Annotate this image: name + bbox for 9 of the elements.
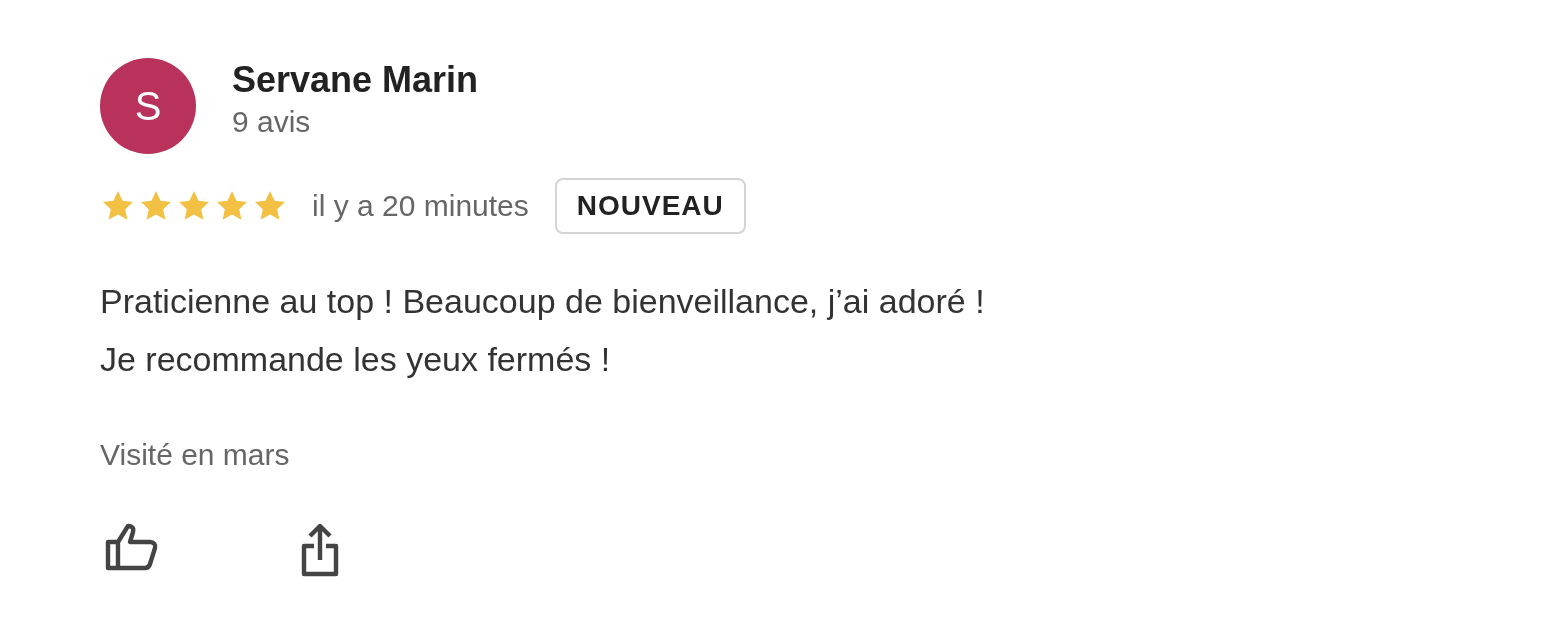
review-time: il y a 20 minutes (312, 189, 529, 223)
review-text: Praticienne au top ! Beaucoup de bienveillance, j’ai adoré ! Je recommande les yeux fermés ! (100, 281, 986, 380)
share-icon[interactable] (300, 522, 340, 578)
review-count: 9 avis (232, 105, 312, 139)
new-badge: NOUVEAU (554, 178, 746, 234)
thumbs-up-icon[interactable] (104, 522, 160, 572)
visit-date: Visité en mars (100, 438, 291, 472)
avatar: S (100, 58, 196, 154)
reviewer-name: Servane Marin (232, 59, 479, 101)
